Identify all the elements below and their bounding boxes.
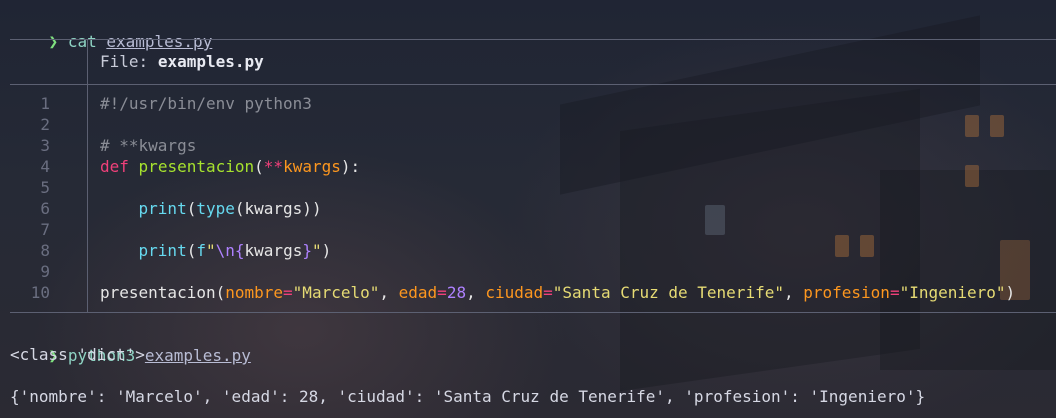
code-line: presentacion(nombre="Marcelo", edad=28, … <box>100 283 1016 302</box>
command-name: cat <box>67 32 97 51</box>
line-number: 8 <box>40 241 50 260</box>
line-number: 6 <box>40 199 50 218</box>
frame-gutter-separator-header <box>87 40 88 84</box>
line-number: 2 <box>40 115 50 134</box>
code-line: def presentacion(**kwargs): <box>100 157 361 176</box>
command-line-python[interactable]: ❯ python3 examples.py <box>10 323 251 365</box>
line-number: 10 <box>30 283 50 302</box>
command-line-cat[interactable]: ❯ cat examples.py <box>10 9 213 51</box>
frame-header-border <box>10 84 1056 85</box>
file-header-label: File: <box>100 52 149 71</box>
code-line: print(f"\n{kwargs}") <box>138 241 332 260</box>
line-number: 5 <box>40 178 50 197</box>
output-line: <class 'dict'> <box>10 345 145 364</box>
command-file-arg[interactable]: examples.py <box>106 32 212 51</box>
command-file-arg[interactable]: examples.py <box>145 346 251 365</box>
line-number: 1 <box>40 94 50 113</box>
line-number: 3 <box>40 136 50 155</box>
code-line: # **kwargs <box>100 136 197 155</box>
frame-gutter-separator <box>87 85 88 312</box>
line-number: 7 <box>40 220 50 239</box>
frame-bottom-border <box>10 312 1056 313</box>
output-line: {'nombre': 'Marcelo', 'edad': 28, 'ciuda… <box>10 387 926 406</box>
code-line: #!/usr/bin/env python3 <box>100 94 312 113</box>
prompt-arrow-icon: ❯ <box>48 32 59 51</box>
file-header: File: examples.py <box>100 51 264 73</box>
frame-top-border <box>10 39 1056 40</box>
file-header-name: examples.py <box>157 52 264 71</box>
code-line: print(type(kwargs)) <box>138 199 322 218</box>
line-number: 4 <box>40 157 50 176</box>
line-number: 9 <box>40 262 50 281</box>
